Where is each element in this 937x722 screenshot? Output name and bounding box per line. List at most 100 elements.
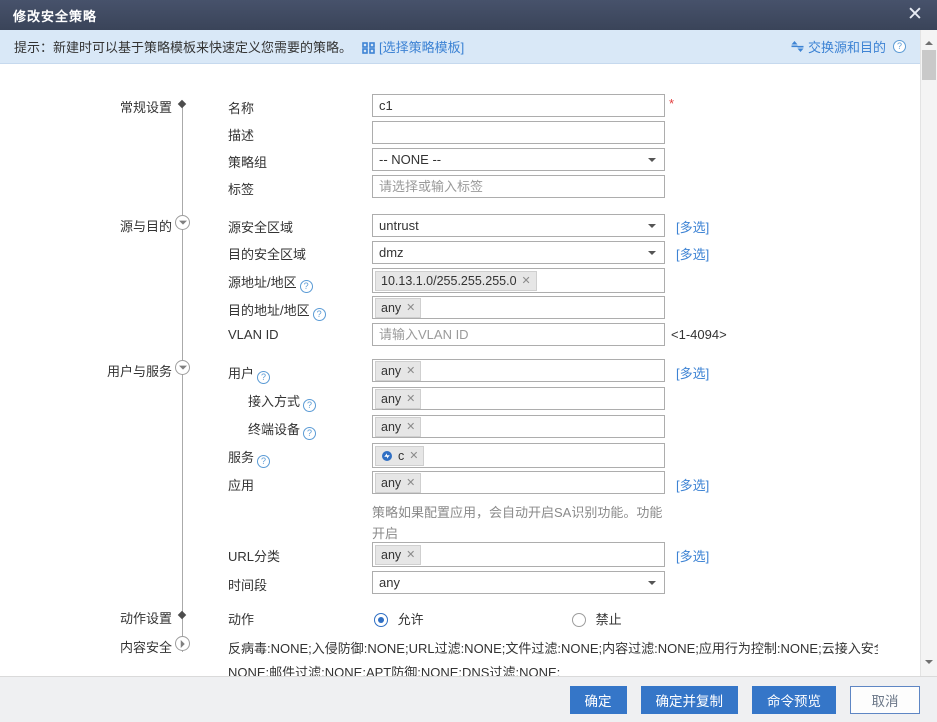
policy-group-label: 策略组 bbox=[228, 152, 267, 171]
access-mode-tagbox[interactable]: any✕ bbox=[372, 387, 665, 410]
section-bullet-icon bbox=[178, 100, 186, 108]
url-category-label: URL分类 bbox=[228, 546, 280, 565]
dialog-title: 修改安全策略 bbox=[0, 6, 97, 25]
service-chip: c✕ bbox=[375, 446, 424, 466]
scroll-down-icon[interactable] bbox=[921, 652, 937, 668]
collapse-collapsed-icon[interactable] bbox=[175, 636, 190, 651]
select-policy-template-link[interactable]: [选择策略模板] bbox=[379, 37, 464, 56]
description-input[interactable] bbox=[372, 121, 665, 144]
ok-button[interactable]: 确定 bbox=[570, 686, 627, 714]
action-deny-option[interactable]: 禁止 bbox=[572, 609, 622, 628]
ok-and-copy-button[interactable]: 确定并复制 bbox=[641, 686, 739, 714]
dst-zone-value: dmz bbox=[379, 245, 404, 260]
dst-zone-label: 目的安全区域 bbox=[228, 244, 306, 263]
url-category-multi-select-link[interactable]: [多选] bbox=[676, 546, 709, 565]
dst-address-label: 目的地址/地区? bbox=[228, 300, 326, 321]
chip-close-icon[interactable]: ✕ bbox=[406, 419, 415, 435]
section-source-dest: 源与目的 bbox=[30, 216, 172, 235]
service-tagbox[interactable]: c✕ bbox=[372, 443, 665, 468]
src-address-tagbox[interactable]: 10.13.1.0/255.255.255.0✕ bbox=[372, 268, 665, 293]
user-chip: any✕ bbox=[375, 361, 421, 381]
chip-close-icon[interactable]: ✕ bbox=[406, 363, 415, 379]
section-general: 常规设置 bbox=[30, 97, 172, 116]
chevron-down-icon bbox=[648, 158, 656, 166]
vertical-scrollbar[interactable] bbox=[920, 30, 937, 676]
user-multi-select-link[interactable]: [多选] bbox=[676, 363, 709, 382]
section-content-security: 内容安全 bbox=[30, 637, 172, 656]
section-action: 动作设置 bbox=[30, 608, 172, 627]
dst-address-tagbox[interactable]: any✕ bbox=[372, 296, 665, 319]
help-icon[interactable]: ? bbox=[893, 40, 906, 53]
dialog-footer: 确定 确定并复制 命令预览 取消 bbox=[0, 676, 937, 722]
vlan-label: VLAN ID bbox=[228, 327, 279, 342]
action-allow-option[interactable]: 允许 bbox=[374, 609, 424, 628]
chevron-down-icon bbox=[648, 251, 656, 259]
dst-zone-multi-select-link[interactable]: [多选] bbox=[676, 244, 709, 263]
help-icon[interactable]: ? bbox=[257, 371, 270, 384]
time-range-select[interactable]: any bbox=[372, 571, 665, 594]
swap-source-dest-label[interactable]: 交换源和目的 bbox=[808, 37, 886, 56]
service-label: 服务? bbox=[228, 447, 270, 468]
help-icon[interactable]: ? bbox=[313, 308, 326, 321]
action-allow-label: 允许 bbox=[398, 612, 424, 627]
radio-selected-icon[interactable] bbox=[374, 613, 388, 627]
src-zone-select[interactable]: untrust bbox=[372, 214, 665, 237]
terminal-device-tagbox[interactable]: any✕ bbox=[372, 415, 665, 438]
application-tagbox[interactable]: any✕ bbox=[372, 471, 665, 494]
application-multi-select-link[interactable]: [多选] bbox=[676, 475, 709, 494]
content-security-summary-line2: NONE;邮件过滤:NONE;APT防御:NONE;DNS过滤:NONE; bbox=[228, 662, 878, 676]
description-label: 描述 bbox=[228, 125, 254, 144]
access-mode-label: 接入方式? bbox=[248, 391, 316, 412]
policy-group-value: -- NONE -- bbox=[379, 152, 441, 167]
radio-unselected-icon[interactable] bbox=[572, 613, 586, 627]
time-range-label: 时间段 bbox=[228, 575, 267, 594]
application-label: 应用 bbox=[228, 475, 254, 494]
user-tagbox[interactable]: any✕ bbox=[372, 359, 665, 382]
policy-group-select[interactable]: -- NONE -- bbox=[372, 148, 665, 171]
tip-text: 提示：新建时可以基于策略模板来快速定义您需要的策略。 bbox=[14, 37, 352, 56]
chip-close-icon[interactable]: ✕ bbox=[406, 300, 415, 316]
chip-close-icon[interactable]: ✕ bbox=[406, 391, 415, 407]
chip-close-icon[interactable]: ✕ bbox=[409, 448, 418, 464]
chip-close-icon[interactable]: ✕ bbox=[406, 547, 415, 563]
swap-source-dest[interactable]: 交换源和目的 ? bbox=[791, 37, 906, 56]
command-preview-button[interactable]: 命令预览 bbox=[752, 686, 836, 714]
name-input[interactable] bbox=[372, 94, 665, 117]
close-icon[interactable]: ✕ bbox=[903, 3, 927, 27]
src-zone-multi-select-link[interactable]: [多选] bbox=[676, 217, 709, 236]
scroll-up-icon[interactable] bbox=[921, 32, 937, 48]
chevron-down-icon bbox=[648, 581, 656, 589]
terminal-device-chip: any✕ bbox=[375, 417, 421, 437]
src-address-label: 源地址/地区? bbox=[228, 272, 313, 293]
swap-arrows-icon bbox=[791, 40, 804, 53]
application-chip: any✕ bbox=[375, 473, 421, 493]
collapse-expanded-icon[interactable] bbox=[175, 215, 190, 230]
terminal-device-label: 终端设备? bbox=[248, 419, 316, 440]
chevron-down-icon bbox=[648, 224, 656, 232]
name-label: 名称 bbox=[228, 98, 254, 117]
template-icon bbox=[362, 42, 375, 54]
chip-close-icon[interactable]: ✕ bbox=[522, 273, 531, 289]
help-icon[interactable]: ? bbox=[303, 427, 316, 440]
cancel-button[interactable]: 取消 bbox=[850, 686, 920, 714]
src-zone-label: 源安全区域 bbox=[228, 217, 293, 236]
tag-input[interactable] bbox=[372, 175, 665, 198]
content-security-summary-line1: 反病毒:NONE;入侵防御:NONE;URL过滤:NONE;文件过滤:NONE;… bbox=[228, 638, 878, 657]
tip-bar: 提示：新建时可以基于策略模板来快速定义您需要的策略。 [选择策略模板] 交换源和… bbox=[0, 30, 920, 64]
vlan-range-hint: <1-4094> bbox=[671, 327, 727, 342]
help-icon[interactable]: ? bbox=[303, 399, 316, 412]
help-icon[interactable]: ? bbox=[257, 455, 270, 468]
chip-close-icon[interactable]: ✕ bbox=[406, 475, 415, 491]
section-rail bbox=[182, 104, 183, 652]
address-chip: 10.13.1.0/255.255.255.0✕ bbox=[375, 271, 537, 291]
dst-zone-select[interactable]: dmz bbox=[372, 241, 665, 264]
vlan-input[interactable] bbox=[372, 323, 665, 346]
service-object-icon bbox=[381, 450, 393, 462]
url-category-tagbox[interactable]: any✕ bbox=[372, 542, 665, 567]
help-icon[interactable]: ? bbox=[300, 280, 313, 293]
collapse-expanded-icon[interactable] bbox=[175, 360, 190, 375]
scrollbar-thumb[interactable] bbox=[922, 50, 936, 80]
section-user-service: 用户与服务 bbox=[30, 361, 172, 380]
address-chip: any✕ bbox=[375, 298, 421, 318]
time-range-value: any bbox=[379, 575, 400, 590]
